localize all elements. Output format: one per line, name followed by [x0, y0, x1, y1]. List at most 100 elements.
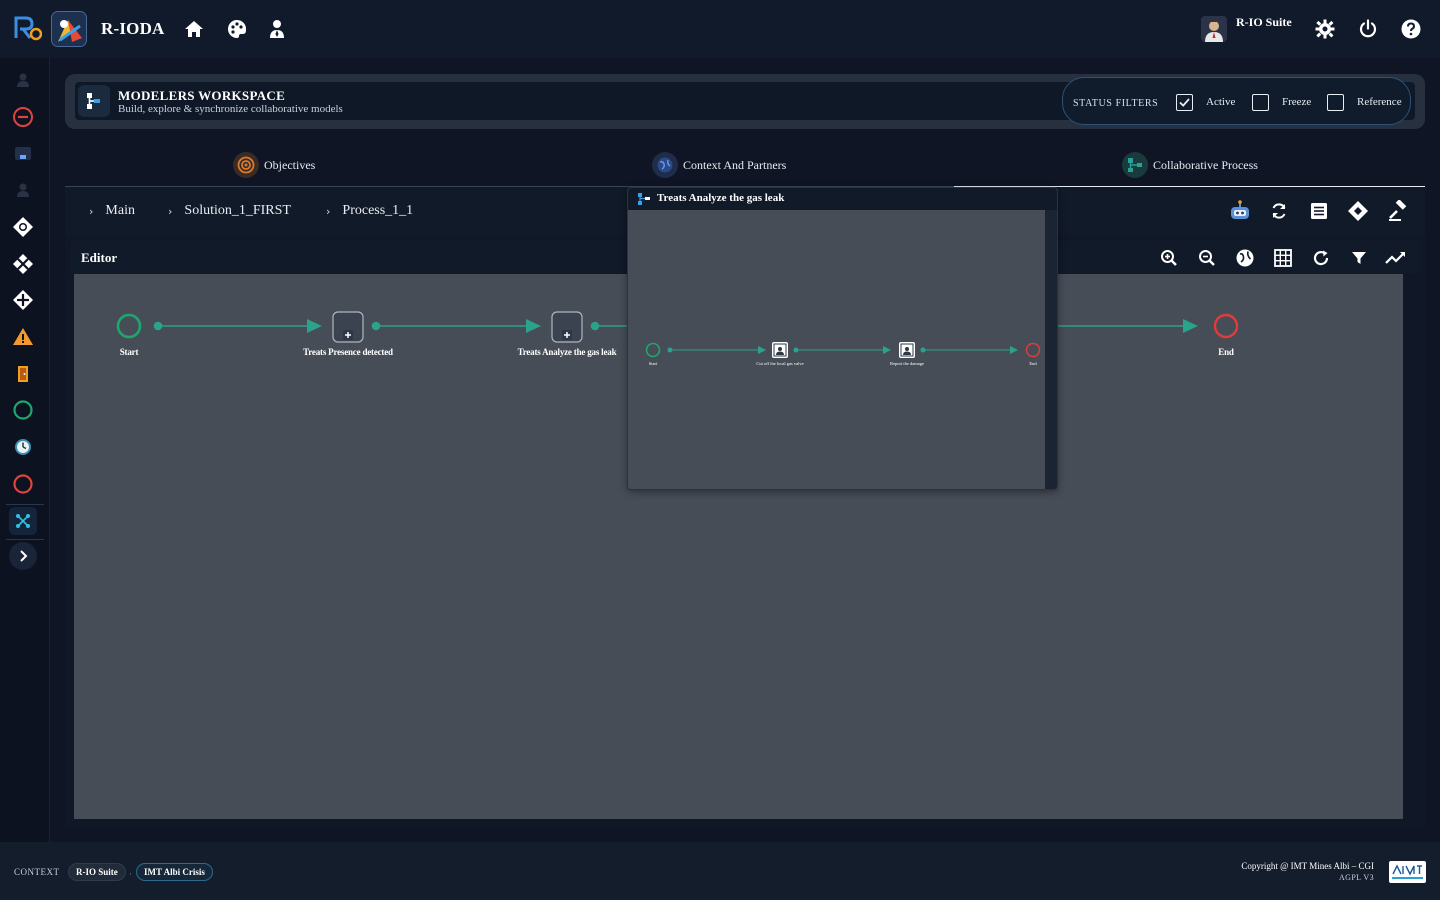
tab-collaborative-process[interactable]: Collaborative Process: [1122, 151, 1258, 179]
robot-icon[interactable]: [1228, 199, 1252, 223]
list-icon[interactable]: [1307, 199, 1331, 223]
subprocess-preview-popup[interactable]: Treats Analyze the gas leak Start Cut of…: [627, 187, 1058, 490]
sidebar-item-diamond-circle[interactable]: [9, 213, 37, 241]
help-icon[interactable]: [1400, 18, 1422, 40]
avatar[interactable]: [1201, 16, 1227, 42]
copyright-text: Copyright @ IMT Mines Albi – CGI: [1241, 861, 1374, 871]
page-title: MODELERS WORKSPACE: [118, 88, 286, 103]
filter-active[interactable]: Active: [1176, 91, 1235, 113]
home-icon[interactable]: [183, 18, 205, 40]
filter-reference[interactable]: Reference: [1327, 91, 1402, 113]
zoom-in-icon[interactable]: [1158, 247, 1180, 269]
grid-icon[interactable]: [1272, 247, 1294, 269]
popup-task-1[interactable]: [772, 342, 788, 358]
gear-icon[interactable]: [1314, 18, 1336, 40]
tab-context-and-partners[interactable]: Context And Partners: [652, 151, 786, 179]
sidebar-item-network[interactable]: [9, 507, 37, 535]
status-filters-label: STATUS FILTERS: [1073, 98, 1159, 109]
sidebar-item-monitor[interactable]: [9, 140, 37, 168]
popup-diagram-svg: [645, 342, 1041, 358]
context-label: CONTEXT: [14, 867, 60, 877]
filter-freeze-label: Freeze: [1282, 96, 1312, 108]
sidebar-item-end-circle[interactable]: [9, 470, 37, 498]
context-chip-suite[interactable]: R-IO Suite: [68, 863, 126, 881]
sidebar-divider: [6, 504, 44, 505]
power-icon[interactable]: [1357, 18, 1379, 40]
sidebar-item-warning[interactable]: [9, 323, 37, 351]
subprocess-task-2[interactable]: [551, 311, 583, 343]
brand-logo-icon[interactable]: [12, 12, 42, 44]
diamond-icon[interactable]: [1346, 199, 1370, 223]
sidebar-item-dark-user[interactable]: [9, 66, 37, 94]
context-chip-crisis[interactable]: IMT Albi Crisis: [136, 863, 213, 881]
globe-fit-icon[interactable]: [1234, 247, 1256, 269]
tab-objectives[interactable]: Objectives: [233, 151, 315, 179]
gavel-icon[interactable]: [1386, 199, 1410, 223]
popup-title: Treats Analyze the gas leak: [657, 192, 785, 204]
flow-arrow-2: [526, 319, 541, 333]
popup-header: Treats Analyze the gas leak: [628, 188, 1057, 210]
chevron-right-icon: ›: [326, 204, 331, 218]
tab-collaborative-process-label: Collaborative Process: [1153, 157, 1258, 172]
chip-separator: ·: [129, 869, 132, 879]
popup-end-event[interactable]: [1025, 342, 1041, 358]
process-icon: [1122, 152, 1148, 178]
sync-icon[interactable]: [1267, 199, 1291, 223]
trend-icon[interactable]: [1385, 247, 1407, 269]
copyright: Copyright @ IMT Mines Albi – CGI AGPL V3: [1241, 861, 1374, 883]
app-name: R-IODA: [101, 19, 165, 38]
workspace-header: MODELERS WORKSPACE Build, explore & sync…: [65, 74, 1425, 129]
start-event[interactable]: [116, 313, 142, 339]
license-text: AGPL V3: [1338, 873, 1374, 882]
popup-task-2[interactable]: [899, 342, 915, 358]
sidebar-item-start-circle[interactable]: [9, 396, 37, 424]
subprocess-task-1[interactable]: [332, 311, 364, 343]
sidebar-item-clock[interactable]: [9, 433, 37, 461]
sidebar-item-diamond-plus[interactable]: [9, 286, 37, 314]
popup-label-task-1: Cut off the local gas valve: [756, 361, 804, 366]
palette-icon[interactable]: [226, 18, 248, 40]
popup-start-event[interactable]: [645, 342, 661, 358]
checkbox-unchecked-icon[interactable]: [1252, 93, 1269, 111]
zoom-out-icon[interactable]: [1196, 247, 1218, 269]
node-label-task-1: Treats Presence detected: [303, 347, 393, 357]
top-bar: R-IODA R-IO Suite: [0, 0, 1440, 58]
page-subtitle: Build, explore & synchronize collaborati…: [118, 103, 343, 115]
sidebar-item-dark-user-2[interactable]: [9, 176, 37, 204]
refresh-icon[interactable]: [1310, 247, 1332, 269]
suite-name[interactable]: R-IO Suite: [1236, 15, 1292, 30]
sidebar-item-minus[interactable]: [9, 103, 37, 131]
sidebar-item-diamond-cross[interactable]: [9, 250, 37, 278]
app-logo-icon[interactable]: [51, 11, 87, 47]
process-icon: [638, 193, 651, 205]
popup-flow-arrow-2: [883, 346, 891, 354]
breadcrumb-item-label: Solution_1_FIRST: [184, 203, 291, 218]
globe-icon: [652, 152, 678, 178]
chevron-right-icon: ›: [168, 204, 173, 218]
popup-flow-arrow-1: [758, 346, 766, 354]
flow-arrow-3: [1183, 319, 1198, 333]
imt-logo-icon[interactable]: [1389, 861, 1426, 883]
workspace-icon: [78, 85, 110, 117]
sidebar: [0, 58, 50, 842]
node-label-start: Start: [119, 347, 139, 357]
node-label-task-2: Treats Analyze the gas leak: [517, 347, 617, 357]
status-filters: STATUS FILTERS Active Freeze Reference: [1062, 77, 1411, 125]
node-label-end: End: [1218, 347, 1234, 357]
checkbox-checked-icon[interactable]: [1176, 93, 1193, 111]
breadcrumb-item-solution[interactable]: › Solution_1_FIRST: [168, 203, 291, 219]
flow-arrow-1: [307, 319, 322, 333]
filter-freeze[interactable]: Freeze: [1252, 91, 1311, 113]
tab-objectives-label: Objectives: [264, 157, 316, 172]
filter-icon[interactable]: [1348, 247, 1370, 269]
sidebar-divider-2: [6, 539, 44, 540]
checkbox-unchecked-icon[interactable]: [1327, 93, 1344, 111]
end-event[interactable]: [1213, 313, 1239, 339]
sidebar-expand-chevron-icon[interactable]: [9, 542, 37, 570]
breadcrumb-item-main[interactable]: › Main: [89, 203, 135, 219]
filter-active-label: Active: [1206, 96, 1236, 108]
breadcrumb-item-label: Main: [105, 203, 135, 218]
user-tie-icon[interactable]: [266, 18, 288, 40]
breadcrumb-item-process[interactable]: › Process_1_1: [326, 203, 413, 219]
sidebar-item-door[interactable]: [9, 360, 37, 388]
